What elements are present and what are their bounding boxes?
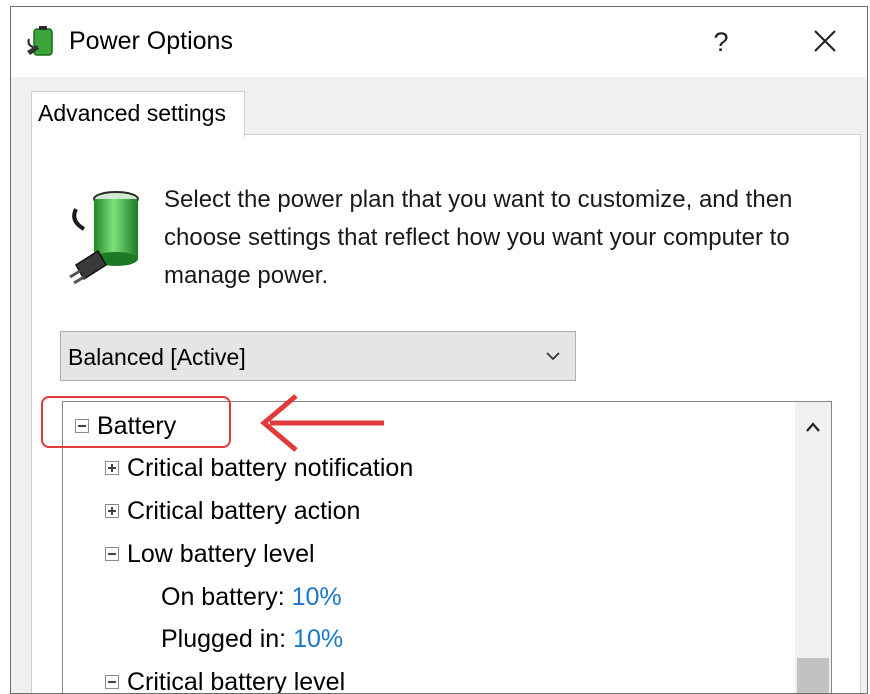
tree-item-label: On battery: <box>161 583 285 611</box>
expand-toggle[interactable] <box>105 504 119 518</box>
tree-item-critical-battery-level[interactable]: Critical battery level <box>105 668 346 694</box>
setting-value-link[interactable]: 10% <box>292 583 342 611</box>
tree-item-label: Critical battery action <box>127 497 361 525</box>
help-button[interactable]: ? <box>705 25 737 59</box>
highlight-annotation-box <box>41 396 231 448</box>
tree-item-on-battery[interactable]: On battery: 10% <box>161 583 342 623</box>
plan-description: Select the power plan that you want to c… <box>164 186 793 289</box>
tab-strip: Advanced settings <box>11 77 867 137</box>
arrow-left-icon <box>260 394 384 452</box>
window-title: Power Options <box>69 27 233 55</box>
title-bar: Power Options ? <box>11 7 867 77</box>
collapse-toggle[interactable] <box>105 547 119 561</box>
battery-plug-icon <box>69 191 139 285</box>
collapse-toggle[interactable] <box>105 675 119 689</box>
vertical-scrollbar[interactable] <box>795 402 831 693</box>
tab-advanced-settings[interactable]: Advanced settings <box>31 91 245 137</box>
tree-item-label: Plugged in: <box>161 625 287 653</box>
tree-item-critical-battery-notification[interactable]: Critical battery notification <box>105 454 413 494</box>
tree-item-label: Low battery level <box>127 540 315 568</box>
tree-item-low-battery-level[interactable]: Low battery level <box>105 540 315 580</box>
tree-item-label: Critical battery level <box>127 668 346 694</box>
tree-item-critical-battery-action[interactable]: Critical battery action <box>105 497 360 537</box>
tree-item-label: Critical battery notification <box>127 454 414 482</box>
power-options-window: Power Options ? Advanced settings Select… <box>10 6 868 694</box>
selected-plan-value: Balanced [Active] <box>68 344 246 370</box>
power-plan-select[interactable]: Balanced [Active] <box>60 331 576 381</box>
close-icon[interactable] <box>807 23 843 59</box>
tab-label: Advanced settings <box>38 100 226 126</box>
chevron-down-icon <box>546 352 560 361</box>
expand-toggle[interactable] <box>105 461 119 475</box>
chevron-up-icon[interactable] <box>804 420 822 434</box>
scrollbar-thumb[interactable] <box>797 658 829 693</box>
tree-item-plugged-in[interactable]: Plugged in: 10% <box>161 625 343 665</box>
power-options-icon <box>27 26 53 56</box>
setting-value-link[interactable]: 10% <box>293 625 343 653</box>
